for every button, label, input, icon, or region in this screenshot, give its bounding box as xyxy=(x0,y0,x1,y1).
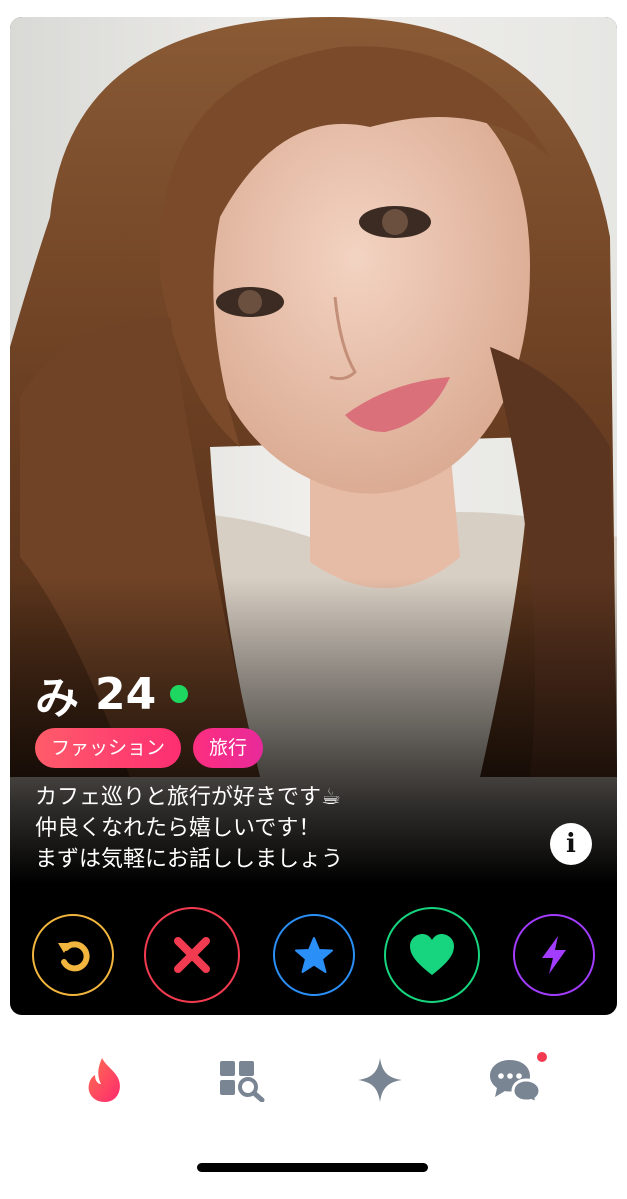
heart-icon xyxy=(410,934,454,975)
action-buttons xyxy=(10,897,617,1015)
interest-tags: ファッション 旅行 xyxy=(35,728,597,768)
nope-button[interactable] xyxy=(144,907,240,1003)
bio-line: 仲良くなれたら嬉しいです！ xyxy=(35,816,321,841)
tag-travel: 旅行 xyxy=(193,728,264,768)
tag-fashion: ファッション xyxy=(35,728,182,768)
info-button[interactable]: i xyxy=(550,823,592,865)
like-button[interactable] xyxy=(384,907,480,1003)
star-icon xyxy=(295,937,333,973)
lightning-bolt-icon xyxy=(542,936,566,974)
chat-notification-badge xyxy=(537,1052,547,1062)
name-age-row: み 24 xyxy=(35,660,597,728)
tab-chats[interactable] xyxy=(484,1050,544,1110)
profile-info[interactable]: み 24 ファッション 旅行 カフェ巡りと旅行が好きです☕ 仲良くなれたら嬉しい… xyxy=(35,660,597,875)
flame-icon xyxy=(88,1058,120,1102)
tab-gold[interactable] xyxy=(350,1050,410,1110)
info-icon: i xyxy=(566,829,576,859)
chat-bubbles-icon xyxy=(490,1060,542,1104)
rewind-button[interactable] xyxy=(32,914,114,996)
tab-swipe[interactable] xyxy=(75,1050,135,1110)
bio-line: まずは気軽にお話ししましょう xyxy=(35,847,344,872)
profile-card[interactable]: み 24 ファッション 旅行 カフェ巡りと旅行が好きです☕ 仲良くなれたら嬉しい… xyxy=(10,17,617,1015)
bottom-tab-bar xyxy=(0,1040,627,1120)
grid-search-icon xyxy=(220,1061,265,1102)
tab-explore[interactable] xyxy=(211,1050,271,1110)
profile-bio: カフェ巡りと旅行が好きです☕ 仲良くなれたら嬉しいです！ まずは気軽にお話ししま… xyxy=(35,782,597,875)
profile-age: 24 xyxy=(95,668,157,720)
x-icon xyxy=(174,937,210,973)
home-indicator xyxy=(197,1163,428,1172)
rewind-arrow-icon xyxy=(58,941,90,972)
sparkle-icon xyxy=(358,1058,402,1102)
bio-line: カフェ巡りと旅行が好きです☕ xyxy=(35,785,341,810)
super-like-button[interactable] xyxy=(273,914,355,996)
online-status-dot xyxy=(170,685,189,703)
boost-button[interactable] xyxy=(513,914,595,996)
profile-name: み xyxy=(35,673,79,724)
